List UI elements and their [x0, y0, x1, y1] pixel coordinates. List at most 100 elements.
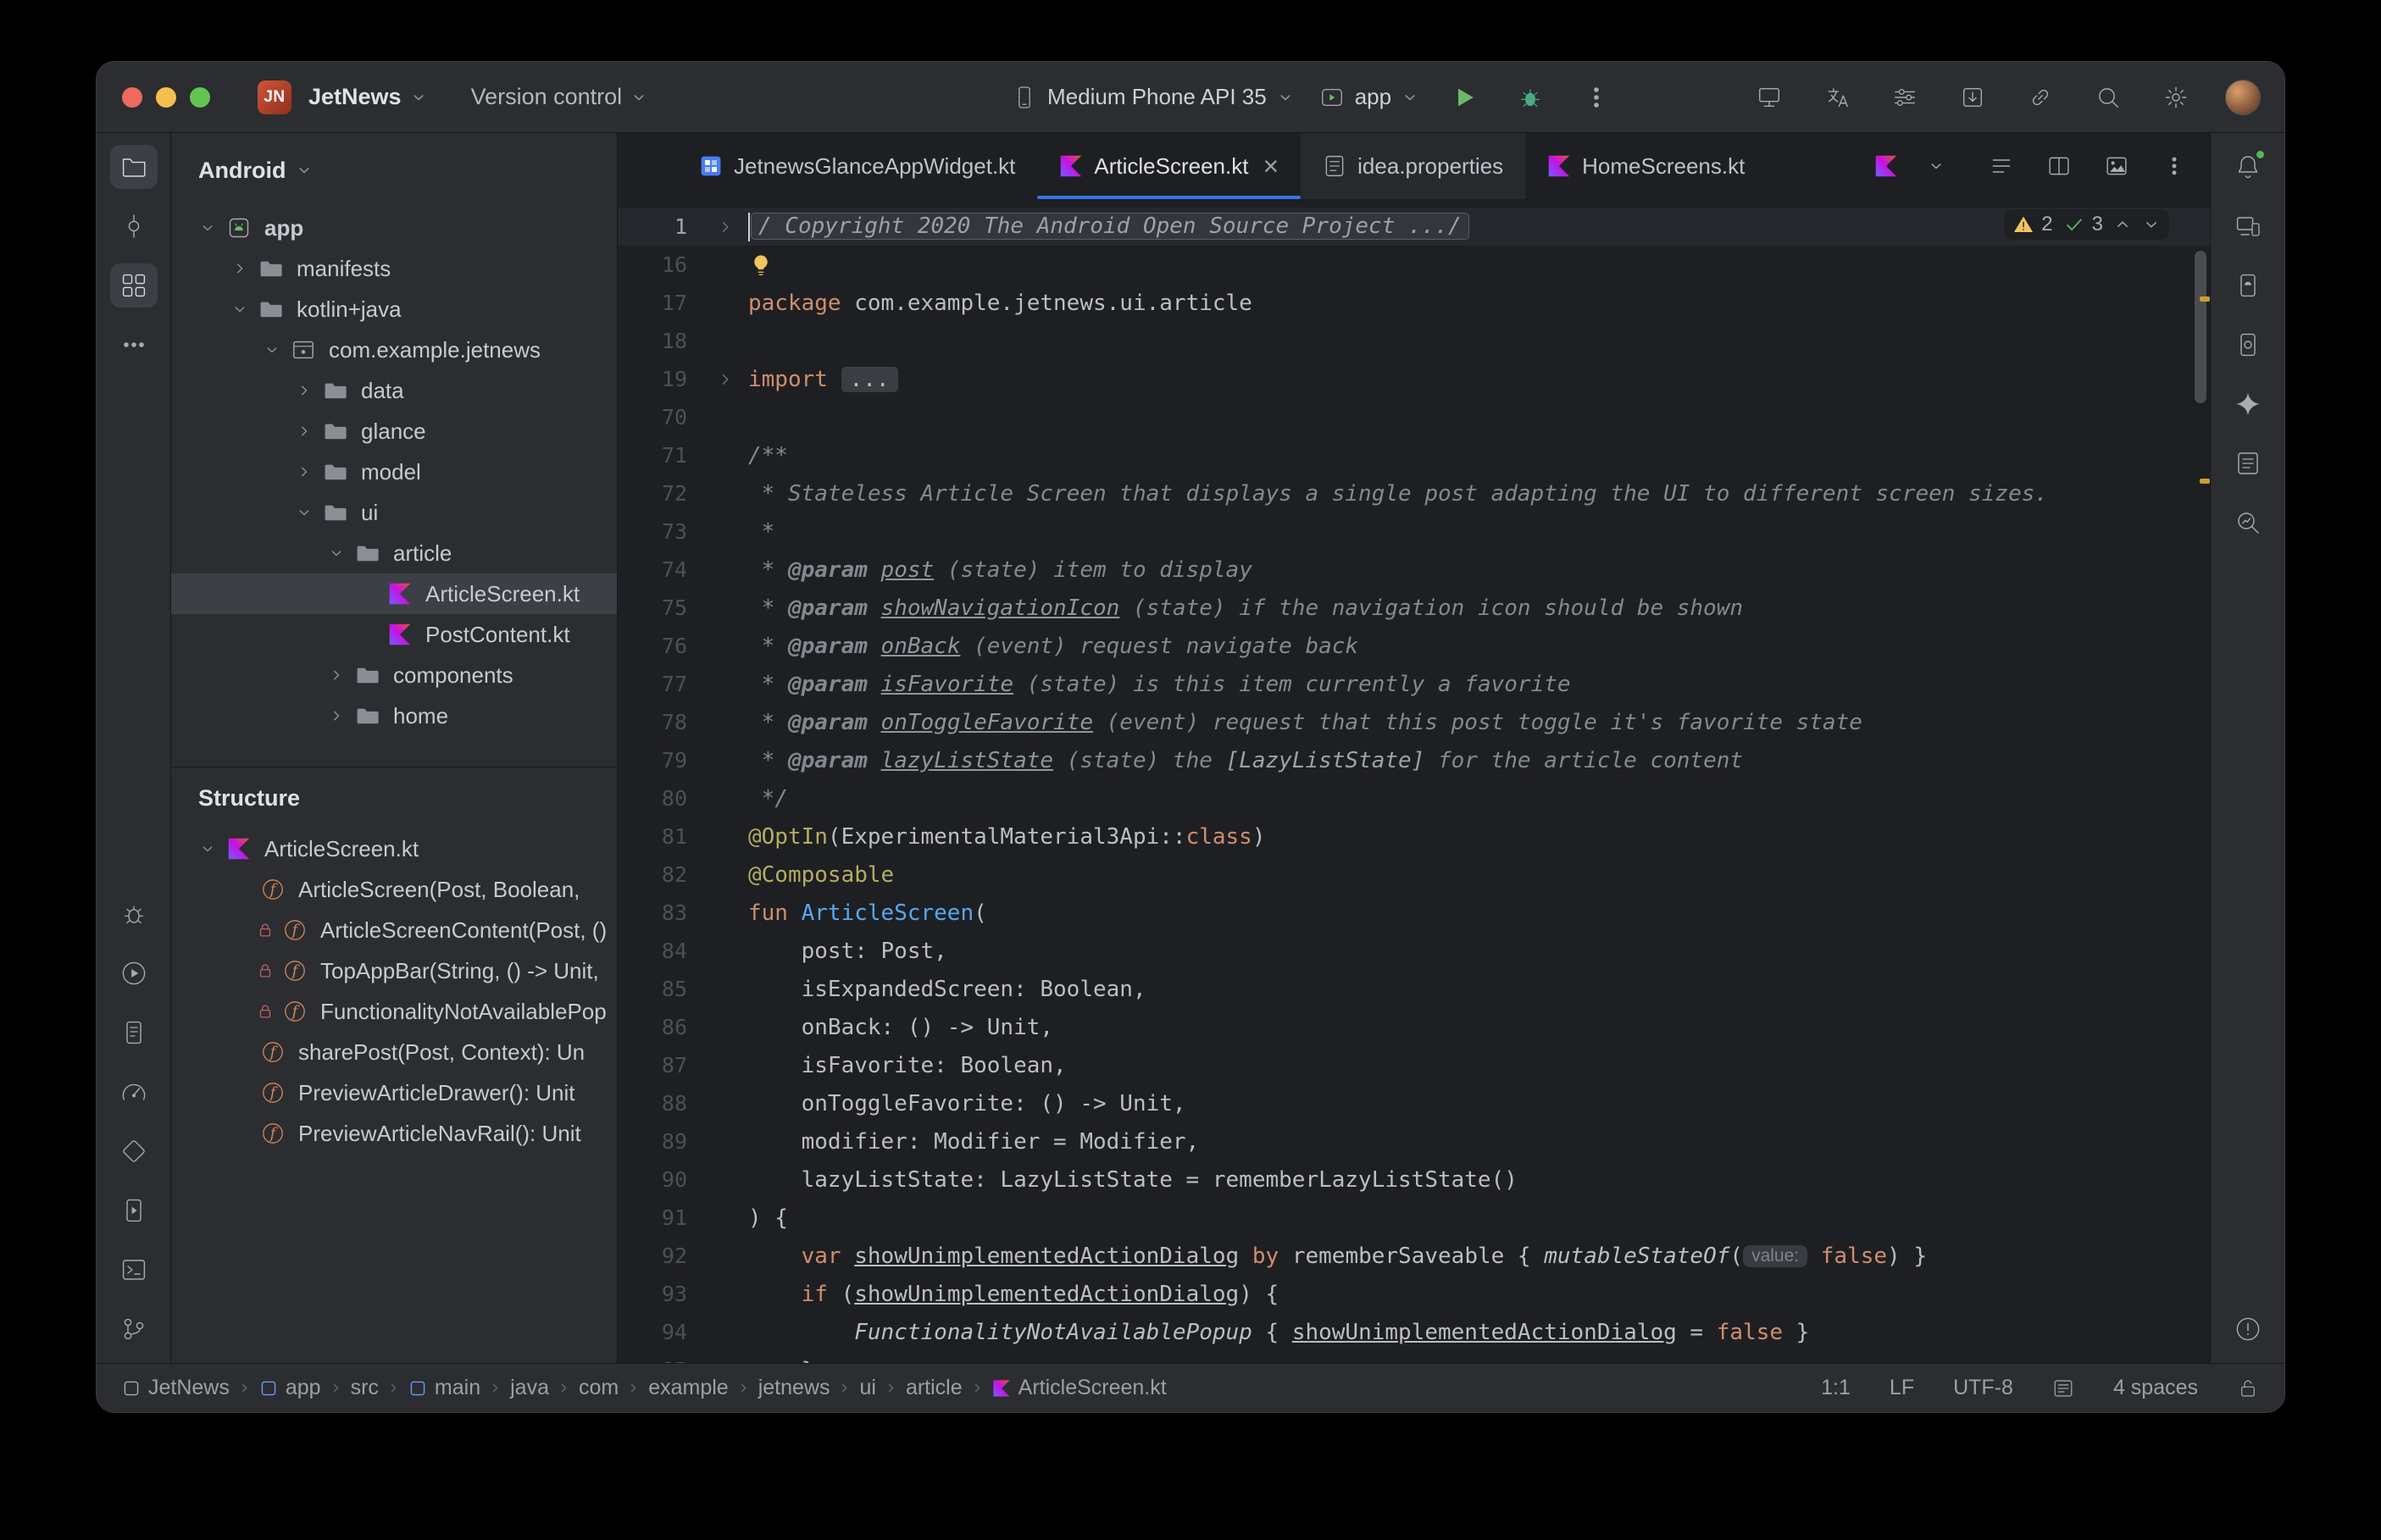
- tree-chevron-right-icon[interactable]: [322, 707, 351, 724]
- run-configuration-selector[interactable]: app: [1319, 84, 1418, 110]
- code-line-94[interactable]: 94 FunctionalityNotAvailablePopup { show…: [618, 1313, 2210, 1351]
- code-line-92[interactable]: 92 var showUnimplementedActionDialog by …: [618, 1237, 2210, 1275]
- code-line-90[interactable]: 90 lazyListState: LazyListState = rememb…: [618, 1161, 2210, 1199]
- breadcrumb-articlescreen-kt[interactable]: ArticleScreen.kt: [992, 1376, 1167, 1400]
- structure-item-functionalitynotavailablepop[interactable]: fFunctionalityNotAvailablePop: [171, 991, 617, 1032]
- code-line-19[interactable]: 19import ...: [618, 360, 2210, 398]
- code-editor[interactable]: 1/ Copyright 2020 The Android Open Sourc…: [618, 199, 2210, 1363]
- code-line-16[interactable]: 16: [618, 246, 2210, 284]
- breadcrumb-jetnews[interactable]: JetNews: [122, 1376, 230, 1400]
- lightbulb-icon[interactable]: [748, 252, 774, 278]
- line-separator[interactable]: LF: [1890, 1376, 1914, 1400]
- plugins-button[interactable]: [1954, 79, 1991, 116]
- tree-chevron-right-icon[interactable]: [290, 382, 319, 399]
- code-line-82[interactable]: 82@Composable: [618, 856, 2210, 894]
- project-item-app[interactable]: app: [171, 208, 617, 248]
- running-devices-button[interactable]: [2224, 323, 2272, 367]
- code-line-93[interactable]: 93 if (showUnimplementedActionDialog) {: [618, 1275, 2210, 1313]
- tree-chevron-down-icon[interactable]: [290, 504, 319, 521]
- tab-idea-properties[interactable]: idea.properties: [1301, 133, 1525, 199]
- breadcrumb-jetnews[interactable]: jetnews: [758, 1376, 830, 1400]
- minimize-window-button[interactable]: [156, 87, 176, 108]
- code-line-75[interactable]: 75 * @param showNavigationIcon (state) i…: [618, 589, 2210, 627]
- warning-stripe-mark[interactable]: [2200, 296, 2210, 302]
- breadcrumb-src[interactable]: src: [351, 1376, 379, 1400]
- device-mirror-button[interactable]: [1751, 79, 1788, 116]
- tab-articlescreen-kt[interactable]: ArticleScreen.kt×: [1037, 133, 1301, 199]
- project-item-glance[interactable]: glance: [171, 411, 617, 451]
- next-problem-chevron-down-icon[interactable]: [2142, 215, 2161, 234]
- code-line-18[interactable]: 18: [618, 322, 2210, 360]
- version-control-button[interactable]: [110, 1307, 158, 1351]
- code-line-72[interactable]: 72 * Stateless Article Screen that displ…: [618, 474, 2210, 512]
- code-line-17[interactable]: 17package com.example.jetnews.ui.article: [618, 284, 2210, 322]
- breadcrumb-app[interactable]: app: [259, 1376, 321, 1400]
- check-icon[interactable]: [2063, 213, 2085, 235]
- project-item-com-example-jetnews[interactable]: com.example.jetnews: [171, 330, 617, 370]
- split-editor-button[interactable]: [2042, 149, 2076, 183]
- more-horizontal-button[interactable]: [110, 323, 158, 367]
- project-item-model[interactable]: model: [171, 451, 617, 492]
- kotlin-button[interactable]: [1869, 149, 1903, 183]
- more-vertical-button[interactable]: [2157, 149, 2191, 183]
- close-window-button[interactable]: [122, 87, 142, 108]
- tree-chevron-down-icon[interactable]: [258, 341, 286, 358]
- user-avatar[interactable]: [2225, 80, 2261, 115]
- breadcrumb-java[interactable]: java: [510, 1376, 549, 1400]
- tree-chevron-right-icon[interactable]: [322, 667, 351, 684]
- code-line-1[interactable]: 1/ Copyright 2020 The Android Open Sourc…: [618, 208, 2210, 246]
- unlock-icon[interactable]: [2237, 1377, 2259, 1399]
- profiler-button[interactable]: [110, 1070, 158, 1114]
- project-item-kotlin-java[interactable]: kotlin+java: [171, 289, 617, 330]
- code-line-95[interactable]: 95 }: [618, 1351, 2210, 1363]
- file-encoding[interactable]: UTF-8: [1953, 1376, 2013, 1400]
- device-streaming-button[interactable]: [2224, 204, 2272, 248]
- tree-chevron-right-icon[interactable]: [225, 260, 254, 277]
- code-line-70[interactable]: 70: [618, 398, 2210, 436]
- project-item-ui[interactable]: ui: [171, 492, 617, 533]
- tab-list-button[interactable]: [1984, 149, 2018, 183]
- problems-button[interactable]: [2224, 1307, 2272, 1351]
- emulator-button[interactable]: [110, 1188, 158, 1233]
- device-manager-button[interactable]: [2224, 263, 2272, 307]
- project-item-home[interactable]: home: [171, 695, 617, 736]
- warning-stripe-mark[interactable]: [2200, 479, 2210, 484]
- chevron-down-button[interactable]: [1927, 149, 1961, 183]
- code-line-86[interactable]: 86 onBack: () -> Unit,: [618, 1008, 2210, 1046]
- bug-button[interactable]: [110, 892, 158, 936]
- project-view-selector[interactable]: Android: [171, 133, 617, 208]
- tree-chevron-right-icon[interactable]: [290, 423, 319, 440]
- debug-button[interactable]: [1510, 77, 1551, 118]
- link-button[interactable]: [2022, 79, 2059, 116]
- project-item-article[interactable]: article: [171, 533, 617, 573]
- code-line-77[interactable]: 77 * @param isFavorite (state) is this i…: [618, 665, 2210, 703]
- indent-setting[interactable]: 4 spaces: [2113, 1376, 2198, 1400]
- notifications-bell-button[interactable]: [2224, 145, 2272, 189]
- code-line-81[interactable]: 81@OptIn(ExperimentalMaterial3Api::class…: [618, 817, 2210, 856]
- more-run-actions-button[interactable]: [1576, 77, 1617, 118]
- structure-item-sharepost-post-context-un[interactable]: fsharePost(Post, Context): Un: [171, 1032, 617, 1072]
- tree-chevron-down-icon[interactable]: [193, 219, 222, 236]
- previous-problem-chevron-up-icon[interactable]: [2113, 215, 2132, 234]
- code-line-83[interactable]: 83fun ArticleScreen(: [618, 894, 2210, 932]
- structure-item-articlescreen-kt[interactable]: ArticleScreen.kt: [171, 828, 617, 869]
- tree-chevron-down-icon[interactable]: [193, 840, 222, 857]
- code-line-79[interactable]: 79 * @param lazyListState (state) the [L…: [618, 741, 2210, 779]
- code-line-85[interactable]: 85 isExpandedScreen: Boolean,: [618, 970, 2210, 1008]
- structure-item-articlescreen-post-boolean[interactable]: fArticleScreen(Post, Boolean,: [171, 869, 617, 910]
- tree-chevron-down-icon[interactable]: [322, 545, 351, 562]
- cursor-position[interactable]: 1:1: [1821, 1376, 1851, 1400]
- reader-mode-icon[interactable]: [2052, 1377, 2074, 1399]
- code-line-78[interactable]: 78 * @param onToggleFavorite (event) req…: [618, 703, 2210, 741]
- translate-button[interactable]: [1818, 79, 1856, 116]
- tree-chevron-right-icon[interactable]: [290, 463, 319, 480]
- code-line-80[interactable]: 80 */: [618, 779, 2210, 817]
- profiler-run-button[interactable]: [110, 951, 158, 995]
- project-name-menu[interactable]: JetNews: [308, 84, 427, 110]
- close-tab-icon[interactable]: ×: [1263, 152, 1279, 180]
- structure-item-previewarticledrawer-unit[interactable]: fPreviewArticleDrawer(): Unit: [171, 1072, 617, 1113]
- code-line-71[interactable]: 71/**: [618, 436, 2210, 474]
- structure-item-articlescreencontent-post[interactable]: fArticleScreenContent(Post, (): [171, 910, 617, 950]
- settings-sliders-button[interactable]: [1886, 79, 1923, 116]
- device-selector[interactable]: Medium Phone API 35: [1012, 84, 1294, 110]
